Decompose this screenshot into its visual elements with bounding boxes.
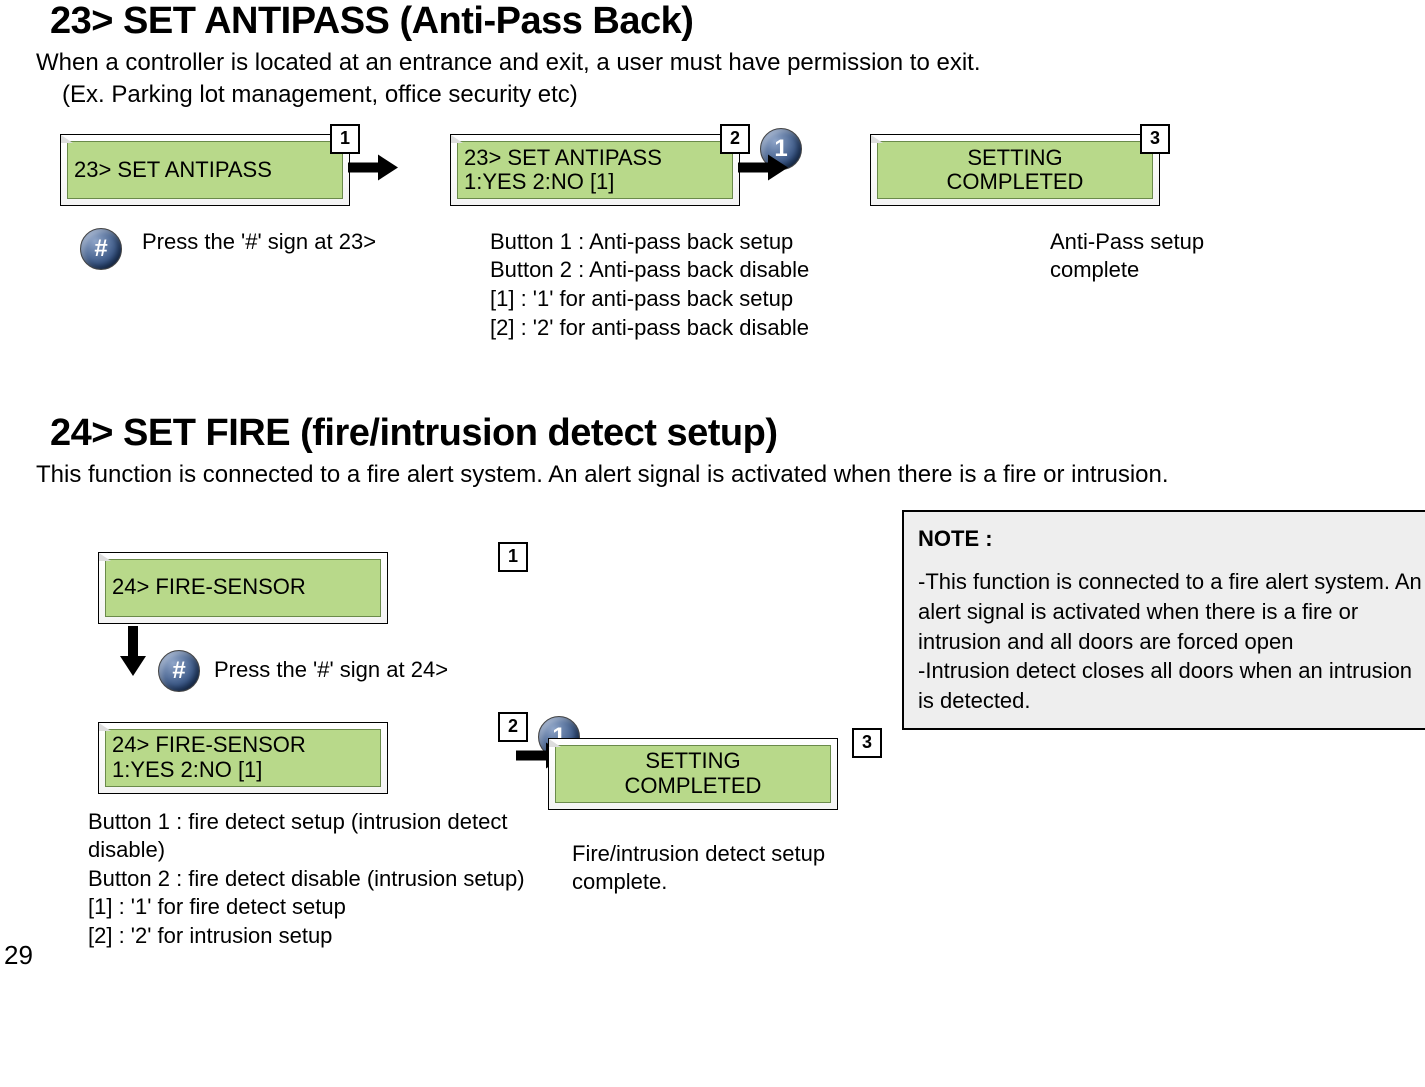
step-number-badge: 3 <box>1140 124 1170 154</box>
section23-intro-line2: (Ex. Parking lot management, office secu… <box>62 79 1405 111</box>
step-number-badge: 2 <box>720 124 750 154</box>
step-number-badge: 2 <box>498 712 528 742</box>
lcd-line: SETTING <box>967 146 1062 170</box>
note-title: NOTE : <box>918 524 1425 554</box>
s24-step1: 24> FIRE-SENSOR 1 <box>98 552 518 624</box>
lcd-frame: 23> SET ANTIPASS 1:YES 2:NO [1] <box>450 134 740 206</box>
s24-step1-caption: Press the '#' sign at 24> <box>214 656 448 685</box>
keypad-hash-icon: # <box>158 650 200 692</box>
s23-step3-caption: Anti-Pass setup complete <box>1050 228 1270 342</box>
lcd-line: 1:YES 2:NO [1] <box>464 170 614 194</box>
lcd-line: COMPLETED <box>625 774 762 798</box>
section23-intro-line1: When a controller is located at an entra… <box>36 47 1405 79</box>
s23-step1-caption: Press the '#' sign at 23> <box>142 228 376 257</box>
arrow-right-icon <box>738 152 788 187</box>
s23-step2: 23> SET ANTIPASS 1:YES 2:NO [1] 2 1 <box>450 134 740 206</box>
lcd-frame: SETTING COMPLETED <box>548 738 838 810</box>
arrow-down-icon <box>118 626 148 681</box>
lcd-line: SETTING <box>645 749 740 773</box>
lcd-line: 1:YES 2:NO [1] <box>112 758 262 782</box>
s23-step3: SETTING COMPLETED 3 <box>870 134 1160 206</box>
section24-title: 24> SET FIRE (fire/intrusion detect setu… <box>50 412 1405 455</box>
step-number-badge: 1 <box>498 542 528 572</box>
step-number-badge: 3 <box>852 728 882 758</box>
lcd-screen: 24> FIRE-SENSOR 1:YES 2:NO [1] <box>105 729 381 787</box>
s23-step2-caption: Button 1 : Anti-pass back setup Button 2… <box>490 228 890 342</box>
lcd-line: 23> SET ANTIPASS <box>464 146 662 170</box>
lcd-line: 24> FIRE-SENSOR <box>112 733 306 757</box>
note-body: -This function is connected to a fire al… <box>918 567 1425 715</box>
arrow-right-icon <box>348 152 398 187</box>
s24-step3-caption: Fire/intrusion detect setup complete. <box>572 840 872 897</box>
s24-step2-caption: Button 1 : fire detect setup (intrusion … <box>88 808 538 951</box>
lcd-screen: 23> SET ANTIPASS 1:YES 2:NO [1] <box>457 141 733 199</box>
lcd-frame: 24> FIRE-SENSOR 1:YES 2:NO [1] <box>98 722 388 794</box>
keypad-hash-icon: # <box>80 228 122 270</box>
s24-step2: 24> FIRE-SENSOR 1:YES 2:NO [1] 2 1 <box>98 722 518 794</box>
lcd-frame: 24> FIRE-SENSOR <box>98 552 388 624</box>
s24-step3: SETTING COMPLETED 3 <box>548 738 872 810</box>
lcd-frame: SETTING COMPLETED <box>870 134 1160 206</box>
page-number: 29 <box>4 940 33 971</box>
section23-title: 23> SET ANTIPASS (Anti-Pass Back) <box>50 0 1405 43</box>
lcd-frame: 23> SET ANTIPASS <box>60 134 350 206</box>
step-number-badge: 1 <box>330 124 360 154</box>
lcd-screen: SETTING COMPLETED <box>555 745 831 803</box>
lcd-screen: SETTING COMPLETED <box>877 141 1153 199</box>
lcd-line: COMPLETED <box>947 170 1084 194</box>
section24-intro: This function is connected to a fire ale… <box>36 459 1405 491</box>
lcd-screen: 24> FIRE-SENSOR <box>105 559 381 617</box>
s23-step1: 23> SET ANTIPASS 1 <box>60 134 350 206</box>
note-box: NOTE : -This function is connected to a … <box>902 510 1425 730</box>
lcd-screen: 23> SET ANTIPASS <box>67 141 343 199</box>
